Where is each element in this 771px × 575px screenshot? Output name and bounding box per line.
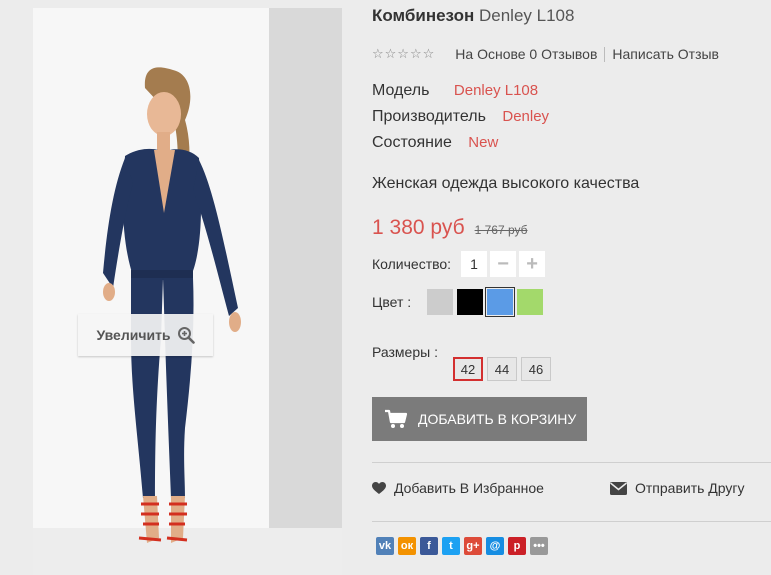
product-title: Комбинезон Denley L108 [372, 6, 574, 26]
quantity-label: Количество: [372, 256, 452, 272]
size-option-44[interactable]: 44 [487, 357, 517, 381]
spec-state-value: New [468, 134, 499, 151]
spec-model-value[interactable]: Denley L108 [454, 82, 538, 99]
wishlist-label: Добавить В Избранное [394, 480, 544, 496]
spec-model-label: Модель [372, 82, 430, 99]
old-price: 1 767 руб [474, 223, 528, 237]
divider [604, 46, 606, 62]
quantity-input[interactable]: 1 [461, 251, 488, 277]
product-model: Denley L108 [478, 6, 575, 25]
color-swatch[interactable] [485, 287, 516, 317]
cart-icon [385, 409, 408, 428]
envelope-icon [610, 481, 627, 495]
product-image[interactable]: Увеличить [33, 8, 342, 575]
color-label: Цвет : [372, 294, 412, 310]
spec-brand-label: Производитель [372, 108, 486, 125]
price-row: 1 380 руб 1 767 руб [372, 216, 528, 240]
size-label: Размеры : [372, 344, 438, 360]
heart-icon [372, 481, 386, 494]
zoom-in-icon [177, 327, 195, 344]
color-swatches [427, 287, 547, 317]
share-more-icon[interactable]: ••• [530, 537, 548, 555]
quantity-row: Количество: 1 − + [372, 251, 546, 277]
quantity-plus-button[interactable]: + [519, 251, 546, 277]
send-to-friend-label: Отправить Другу [635, 480, 745, 496]
share-google-plus-icon[interactable]: g+ [464, 537, 482, 555]
share-twitter-icon[interactable]: t [442, 537, 460, 555]
spec-state: Состояние New [372, 134, 498, 152]
zoom-label: Увеличить [96, 327, 171, 343]
add-to-cart-button[interactable]: Добавить в корзину [372, 397, 587, 441]
share-mail-icon[interactable]: @ [486, 537, 504, 555]
share-odnoklassniki-icon[interactable]: ок [398, 537, 416, 555]
color-swatch[interactable] [517, 289, 544, 315]
rating-row: ☆☆☆☆☆ На Основе 0 Отзывов Написать Отзыв [372, 46, 719, 62]
color-row: Цвет : [372, 287, 547, 317]
model-illustration [103, 67, 241, 543]
size-option-42[interactable]: 42 [453, 357, 483, 381]
share-facebook-icon[interactable]: f [420, 537, 438, 555]
spec-brand: Производитель Denley [372, 108, 549, 126]
current-price: 1 380 руб [372, 216, 465, 239]
divider [372, 521, 771, 522]
reviews-link[interactable]: На Основе 0 Отзывов [455, 46, 597, 62]
write-review-link[interactable]: Написать Отзыв [612, 46, 719, 62]
spec-model: Модель Denley L108 [372, 82, 538, 100]
color-swatch[interactable] [457, 289, 484, 315]
share-pinterest-icon[interactable]: p [508, 537, 526, 555]
send-to-friend-link[interactable]: Отправить Другу [610, 480, 745, 496]
size-options: 42 44 46 [453, 357, 555, 381]
add-to-cart-label: Добавить в корзину [418, 411, 577, 427]
product-name: Комбинезон [372, 6, 475, 25]
product-description: Женская одежда высокого качества [372, 175, 640, 192]
share-vk-icon[interactable]: vk [376, 537, 394, 555]
product-details: Комбинезон Denley L108 ☆☆☆☆☆ На Основе 0… [372, 0, 771, 575]
spec-brand-value[interactable]: Denley [502, 108, 549, 125]
size-option-46[interactable]: 46 [521, 357, 551, 381]
color-swatch[interactable] [427, 289, 454, 315]
rating-stars-icon: ☆☆☆☆☆ [372, 46, 436, 61]
share-buttons: vk ок f t g+ @ p ••• [376, 537, 552, 555]
divider [372, 462, 771, 463]
quantity-minus-button[interactable]: − [490, 251, 517, 277]
wishlist-link[interactable]: Добавить В Избранное [372, 480, 544, 496]
spec-state-label: Состояние [372, 134, 452, 151]
zoom-button[interactable]: Увеличить [78, 314, 213, 356]
